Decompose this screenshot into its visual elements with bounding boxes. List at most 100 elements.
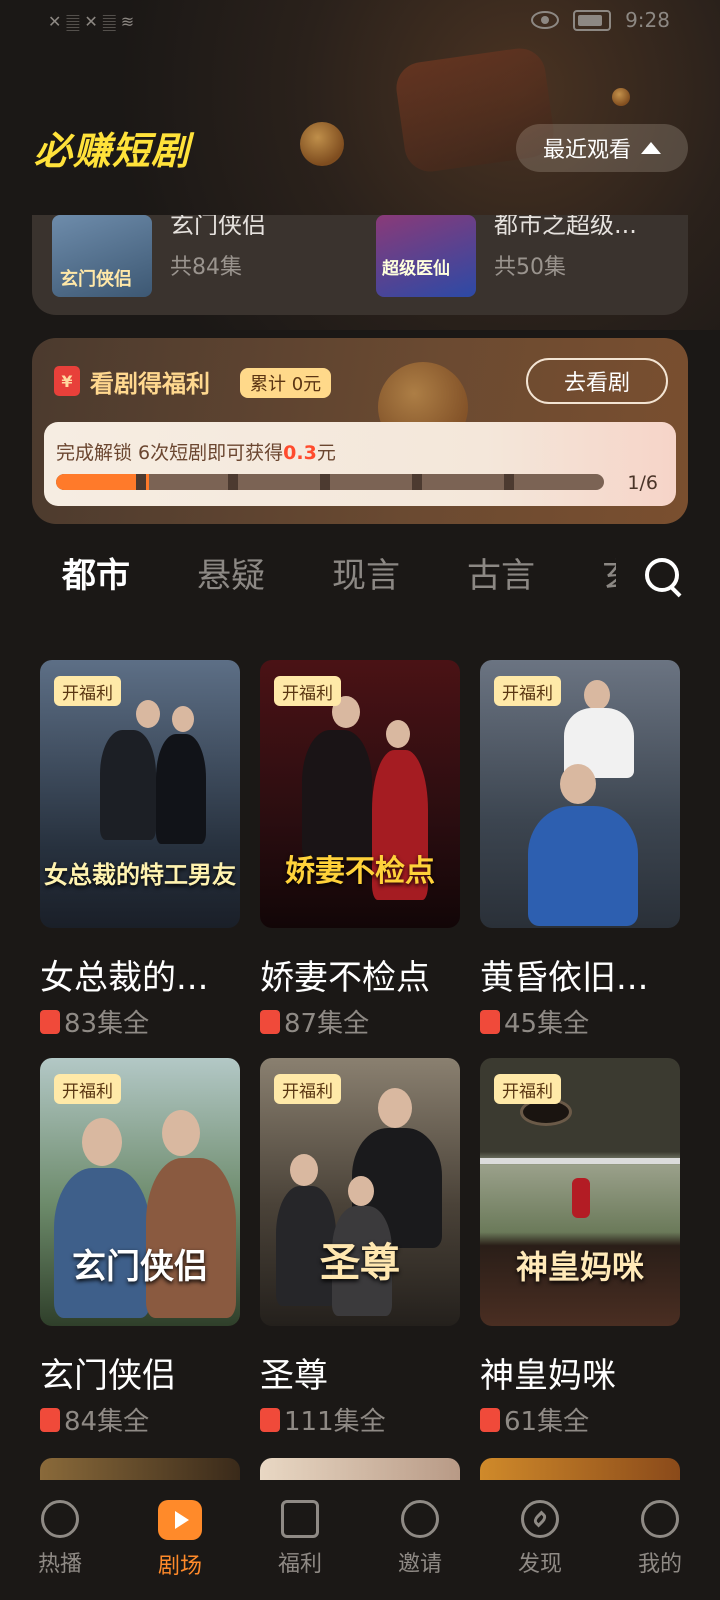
figure bbox=[100, 730, 156, 840]
progress-segment bbox=[228, 474, 238, 490]
episodes-icon bbox=[40, 1407, 60, 1432]
progress-text: 完成解锁 6次短剧即可获得0.3元 bbox=[56, 438, 336, 465]
figure bbox=[290, 1154, 318, 1186]
figure bbox=[584, 680, 610, 710]
eye-comfort-icon bbox=[531, 11, 560, 29]
drama-poster[interactable]: 开福利 娇妻不检点 bbox=[260, 660, 460, 928]
signal-icons: ✕ 𝄛 ✕ 𝄛 ≋ bbox=[48, 12, 135, 31]
category-tabs: 都市 悬疑 现言 古言 玄 bbox=[62, 548, 662, 608]
drama-card[interactable]: 开福利 娇妻不检点 娇妻不检点 87集全 bbox=[260, 660, 460, 1040]
nav-label: 剧场 bbox=[157, 1554, 202, 1579]
collapse-arrow-icon bbox=[641, 142, 661, 154]
nav-label: 邀请 bbox=[397, 1552, 442, 1577]
app-title: 必赚短剧 bbox=[34, 129, 191, 173]
drama-poster-partial[interactable] bbox=[480, 1458, 680, 1480]
drama-card[interactable]: 开福利 黄昏依旧... 45集全 bbox=[480, 660, 680, 1040]
nav-theater[interactable]: 剧场 bbox=[130, 1500, 230, 1580]
figure bbox=[560, 764, 596, 804]
drama-title: 玄门侠侣 bbox=[40, 1356, 176, 1396]
nav-invite[interactable]: 邀请 bbox=[370, 1500, 470, 1578]
nav-welfare[interactable]: 福利 bbox=[250, 1500, 350, 1578]
figure bbox=[146, 1158, 236, 1318]
drama-episodes: 84集全 bbox=[64, 1407, 150, 1437]
figure bbox=[156, 734, 206, 844]
figure bbox=[386, 720, 410, 748]
drama-card[interactable]: 开福利 女总裁的特工男友 女总裁的... 83集全 bbox=[40, 660, 240, 1040]
progress-segment bbox=[320, 474, 330, 490]
recent-item-name: 玄门侠侣 bbox=[170, 215, 266, 235]
nav-hot[interactable]: 热播 bbox=[10, 1500, 110, 1578]
tab-dushi[interactable]: 都市 bbox=[62, 548, 130, 597]
drama-card[interactable]: 开福利 玄门侠侣 玄门侠侣 84集全 bbox=[40, 1058, 240, 1438]
accumulated-badge: 累计 0元 bbox=[240, 368, 332, 398]
profile-icon bbox=[641, 1500, 679, 1538]
progress-segment bbox=[136, 474, 146, 490]
nav-label: 热播 bbox=[37, 1552, 82, 1577]
welfare-title: 看剧得福利 bbox=[90, 370, 210, 398]
welfare-tag: 开福利 bbox=[494, 676, 561, 706]
poster-title: 圣尊 bbox=[320, 1239, 400, 1286]
tab-xianyan[interactable]: 现言 bbox=[332, 548, 400, 597]
episodes-icon bbox=[260, 1009, 280, 1034]
figure bbox=[172, 706, 194, 732]
figure bbox=[136, 700, 160, 728]
recent-watch-button[interactable]: 最近观看 bbox=[516, 124, 688, 172]
tab-xuan-partial[interactable]: 玄 bbox=[602, 548, 616, 597]
nav-label: 发现 bbox=[517, 1552, 562, 1577]
users-icon bbox=[401, 1500, 439, 1538]
progress-text-prefix: 完成解锁 6次短剧即可获得 bbox=[56, 442, 284, 464]
drama-poster[interactable]: 开福利 玄门侠侣 bbox=[40, 1058, 240, 1326]
drama-title: 圣尊 bbox=[260, 1356, 328, 1396]
drama-card[interactable]: 开福利 圣尊 圣尊 111集全 bbox=[260, 1058, 460, 1438]
search-icon[interactable] bbox=[645, 558, 679, 592]
red-packet-icon: ¥ bbox=[54, 366, 80, 396]
nav-discover[interactable]: 发现 bbox=[490, 1500, 590, 1578]
episodes-icon bbox=[40, 1009, 60, 1034]
drama-poster[interactable]: 开福利 女总裁的特工男友 bbox=[40, 660, 240, 928]
thumb-title: 玄门侠侣 bbox=[60, 269, 132, 290]
recent-item-count: 共50集 bbox=[494, 255, 566, 280]
drama-poster[interactable]: 开福利 bbox=[480, 660, 680, 928]
drama-episodes: 83集全 bbox=[64, 1009, 150, 1039]
drama-title: 神皇妈咪 bbox=[480, 1356, 616, 1396]
coin-decoration-icon bbox=[612, 88, 630, 106]
drama-poster[interactable]: 开福利 神皇妈咪 bbox=[480, 1058, 680, 1326]
nav-label: 福利 bbox=[277, 1552, 322, 1577]
figure bbox=[378, 1088, 412, 1128]
welfare-tag: 开福利 bbox=[54, 1074, 121, 1104]
poster-title: 娇妻不检点 bbox=[285, 854, 435, 889]
recent-item[interactable]: 超级医仙 都市之超级... 共50集 bbox=[376, 215, 637, 297]
drama-poster-partial[interactable] bbox=[40, 1458, 240, 1480]
nav-profile[interactable]: 我的 bbox=[610, 1500, 710, 1578]
progress-segment bbox=[504, 474, 514, 490]
progress-reward: 0.3 bbox=[283, 442, 317, 464]
recent-watch-panel: 玄门侠侣 玄门侠侣 共84集 超级医仙 都市之超级... 共50集 bbox=[32, 215, 688, 315]
welfare-card: ¥ 看剧得福利 累计 0元 去看剧 完成解锁 6次短剧即可获得0.3元 1/6 bbox=[32, 338, 688, 524]
compass-icon bbox=[521, 1500, 559, 1538]
thumb-title: 超级医仙 bbox=[382, 259, 450, 279]
figure bbox=[162, 1110, 200, 1156]
status-bar: ✕ 𝄛 ✕ 𝄛 ≋ 9:28 bbox=[0, 0, 720, 48]
recent-item[interactable]: 玄门侠侣 玄门侠侣 共84集 bbox=[52, 215, 266, 297]
poster-title: 女总裁的特工男友 bbox=[44, 860, 236, 889]
status-time: 9:28 bbox=[625, 8, 670, 32]
tab-xuanyi[interactable]: 悬疑 bbox=[197, 548, 265, 597]
blade-figure bbox=[480, 1158, 680, 1164]
drama-poster-partial[interactable] bbox=[260, 1458, 460, 1480]
drama-title: 娇妻不检点 bbox=[260, 958, 430, 998]
coin-decoration-icon bbox=[300, 122, 344, 166]
figure bbox=[528, 806, 638, 926]
go-watch-button[interactable]: 去看剧 bbox=[526, 358, 668, 404]
progress-bar bbox=[56, 474, 604, 490]
tab-guyan[interactable]: 古言 bbox=[467, 548, 535, 597]
recent-thumbnail: 玄门侠侣 bbox=[52, 215, 152, 297]
battery-icon bbox=[573, 9, 612, 31]
drama-title: 女总裁的... bbox=[40, 958, 209, 998]
drama-poster[interactable]: 开福利 圣尊 bbox=[260, 1058, 460, 1326]
progress-segment bbox=[412, 474, 422, 490]
poster-title: 神皇妈咪 bbox=[515, 1248, 644, 1286]
figure bbox=[348, 1176, 374, 1206]
drama-card[interactable]: 开福利 神皇妈咪 神皇妈咪 61集全 bbox=[480, 1058, 680, 1438]
episodes-icon bbox=[480, 1407, 500, 1432]
figure bbox=[82, 1118, 122, 1166]
